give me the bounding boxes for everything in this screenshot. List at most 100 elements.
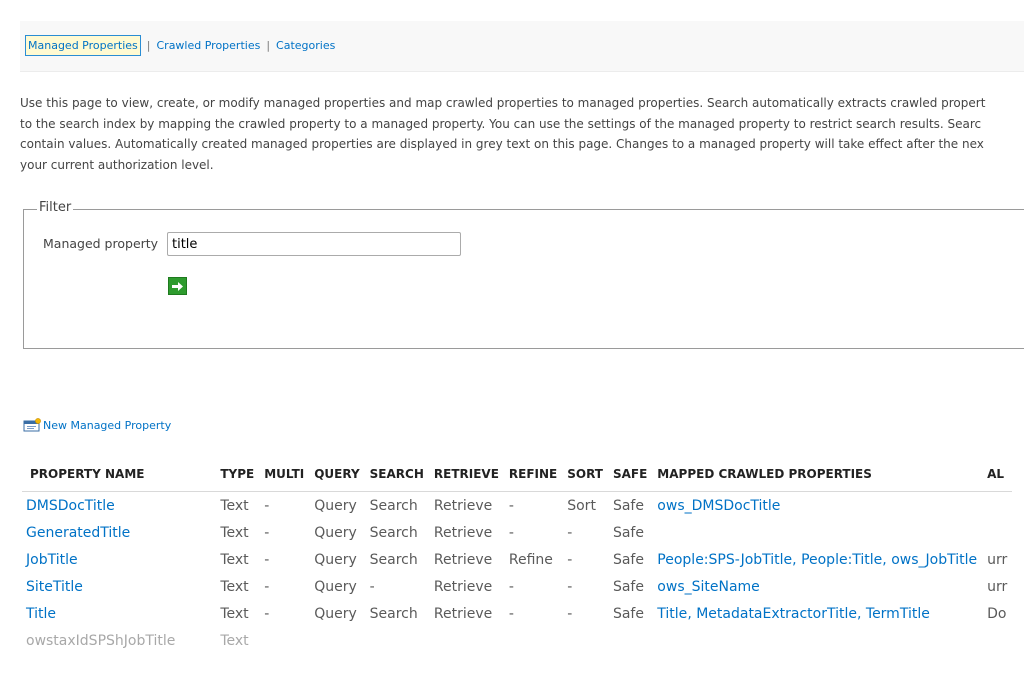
page-description: Use this page to view, create, or modify… xyxy=(20,93,1024,175)
tab-separator: | xyxy=(266,39,271,52)
table-row: owstaxIdSPShJobTitle Text xyxy=(22,627,1012,654)
cell-search: Search xyxy=(369,606,418,622)
cell-sort: - xyxy=(567,525,573,541)
cell-sort xyxy=(562,627,608,654)
tab-crawled-properties[interactable]: Crawled Properties xyxy=(156,39,260,52)
description-line: Use this page to view, create, or modify… xyxy=(20,96,986,110)
mapped-separator: , xyxy=(792,552,802,568)
cell-mapped-crawled-properties: Title, MetadataExtractorTitle, TermTitle xyxy=(652,600,982,627)
cell-search xyxy=(365,627,429,654)
cell-refine: - xyxy=(508,525,514,541)
cell-property-name: owstaxIdSPShJobTitle xyxy=(22,627,215,654)
cell-refine: - xyxy=(508,606,514,622)
filter-fieldset: Filter Managed property xyxy=(23,200,1024,349)
cell-mapped-crawled-properties xyxy=(652,627,982,654)
col-sort[interactable]: SORT xyxy=(562,461,608,492)
filter-legend: Filter xyxy=(37,200,74,215)
cell-retrieve xyxy=(429,627,504,654)
mapped-separator: , xyxy=(882,552,892,568)
cell-type: Text xyxy=(220,606,249,622)
cell-retrieve: Retrieve xyxy=(433,579,493,595)
cell-aliases xyxy=(982,627,1012,654)
cell-type: Text xyxy=(220,633,249,649)
cell-multi xyxy=(259,627,309,654)
managed-property-label: Managed property xyxy=(43,236,159,251)
table-row: SiteTitle Text - Query - Retrieve - - Safe ows_Si… xyxy=(22,573,1012,600)
cell-sort: - xyxy=(567,606,573,622)
cell-sort: - xyxy=(567,552,573,568)
col-multi[interactable]: MULTI xyxy=(259,461,310,492)
col-refine[interactable]: REFINE xyxy=(503,461,563,492)
cell-search: Search xyxy=(369,552,418,568)
mapped-crawled-property-link[interactable]: People:SPS-JobTitle xyxy=(657,552,792,568)
filter-go-button[interactable] xyxy=(168,277,187,295)
col-aliases[interactable]: AL xyxy=(982,461,1013,492)
cell-aliases: Do xyxy=(987,606,1007,622)
cell-mapped-crawled-properties: People:SPS-JobTitle, People:Title, ows_J… xyxy=(652,546,982,573)
mapped-separator: , xyxy=(856,606,866,622)
cell-aliases: urr xyxy=(987,552,1008,568)
property-name-link[interactable]: SiteTitle xyxy=(26,579,83,595)
col-mapped-crawled-properties[interactable]: MAPPED CRAWLED PROPERTIES xyxy=(652,461,983,492)
cell-multi: - xyxy=(264,606,270,622)
description-line: your current authorization level. xyxy=(20,157,214,172)
cell-safe: Safe xyxy=(612,498,644,514)
cell-multi: - xyxy=(264,579,270,595)
mapped-crawled-property-link[interactable]: Title xyxy=(657,606,687,622)
col-retrieve[interactable]: RETRIEVE xyxy=(428,461,504,492)
cell-safe: Safe xyxy=(612,525,644,541)
new-property-icon xyxy=(23,418,41,432)
tab-categories[interactable]: Categories xyxy=(276,39,335,52)
cell-refine: Refine xyxy=(508,552,553,568)
cell-retrieve: Retrieve xyxy=(433,606,493,622)
description-line: to the search index by mapping the crawl… xyxy=(20,116,982,131)
mapped-crawled-property-link[interactable]: TermTitle xyxy=(866,606,930,622)
cell-mapped-crawled-properties: ows_DMSDocTitle xyxy=(652,492,982,520)
cell-search: Search xyxy=(369,498,418,514)
tab-managed-properties[interactable]: Managed Properties xyxy=(25,35,141,56)
col-type[interactable]: TYPE xyxy=(215,461,260,492)
cell-query: Query xyxy=(314,579,357,595)
property-name-link[interactable]: JobTitle xyxy=(26,552,78,568)
col-search[interactable]: SEARCH xyxy=(364,461,429,492)
cell-type: Text xyxy=(220,525,249,541)
cell-refine: - xyxy=(508,498,514,514)
col-property-name[interactable]: PROPERTY NAME xyxy=(22,461,216,492)
cell-type: Text xyxy=(220,579,249,595)
mapped-crawled-property-link[interactable]: ows_JobTitle xyxy=(891,552,977,568)
cell-aliases xyxy=(982,519,1012,546)
cell-property-name: Title xyxy=(22,600,215,627)
cell-refine: - xyxy=(508,579,514,595)
col-query[interactable]: QUERY xyxy=(309,461,365,492)
cell-type: Text xyxy=(220,498,249,514)
tab-bar: Managed Properties | Crawled Properties … xyxy=(20,21,1024,72)
new-managed-property-link[interactable]: New Managed Property xyxy=(23,418,171,432)
cell-query: Query xyxy=(314,552,357,568)
cell-multi: - xyxy=(264,552,270,568)
managed-property-input[interactable] xyxy=(167,232,461,256)
property-name-link[interactable]: DMSDocTitle xyxy=(26,498,115,514)
cell-refine xyxy=(504,627,562,654)
cell-retrieve: Retrieve xyxy=(433,552,493,568)
property-name-link[interactable]: owstaxIdSPShJobTitle xyxy=(26,633,175,649)
cell-retrieve: Retrieve xyxy=(433,498,493,514)
mapped-crawled-property-link[interactable]: People:Title xyxy=(801,552,882,568)
cell-sort: - xyxy=(567,579,573,595)
description-line: contain values. Automatically created ma… xyxy=(20,137,984,151)
mapped-crawled-property-link[interactable]: ows_SiteName xyxy=(657,579,760,595)
cell-multi: - xyxy=(264,525,270,541)
mapped-crawled-property-link[interactable]: ows_DMSDocTitle xyxy=(657,498,780,514)
cell-search: Search xyxy=(369,525,418,541)
table-row: DMSDocTitle Text - Query Search Retrieve - Sort… xyxy=(22,492,1012,520)
table-header-row: PROPERTY NAME TYPE MULTI QUERY SEARCH RE… xyxy=(22,461,1013,492)
property-name-link[interactable]: GeneratedTitle xyxy=(26,525,130,541)
cell-aliases: urr xyxy=(987,579,1008,595)
cell-type: Text xyxy=(220,552,249,568)
property-name-link[interactable]: Title xyxy=(26,606,56,622)
cell-query: Query xyxy=(314,498,357,514)
col-safe[interactable]: SAFE xyxy=(607,461,653,492)
cell-query xyxy=(309,627,364,654)
table-row: Title Text - Query Search Retrieve - - Safe Title… xyxy=(22,600,1012,627)
mapped-crawled-property-link[interactable]: MetadataExtractorTitle xyxy=(696,606,857,622)
cell-multi: - xyxy=(264,498,270,514)
